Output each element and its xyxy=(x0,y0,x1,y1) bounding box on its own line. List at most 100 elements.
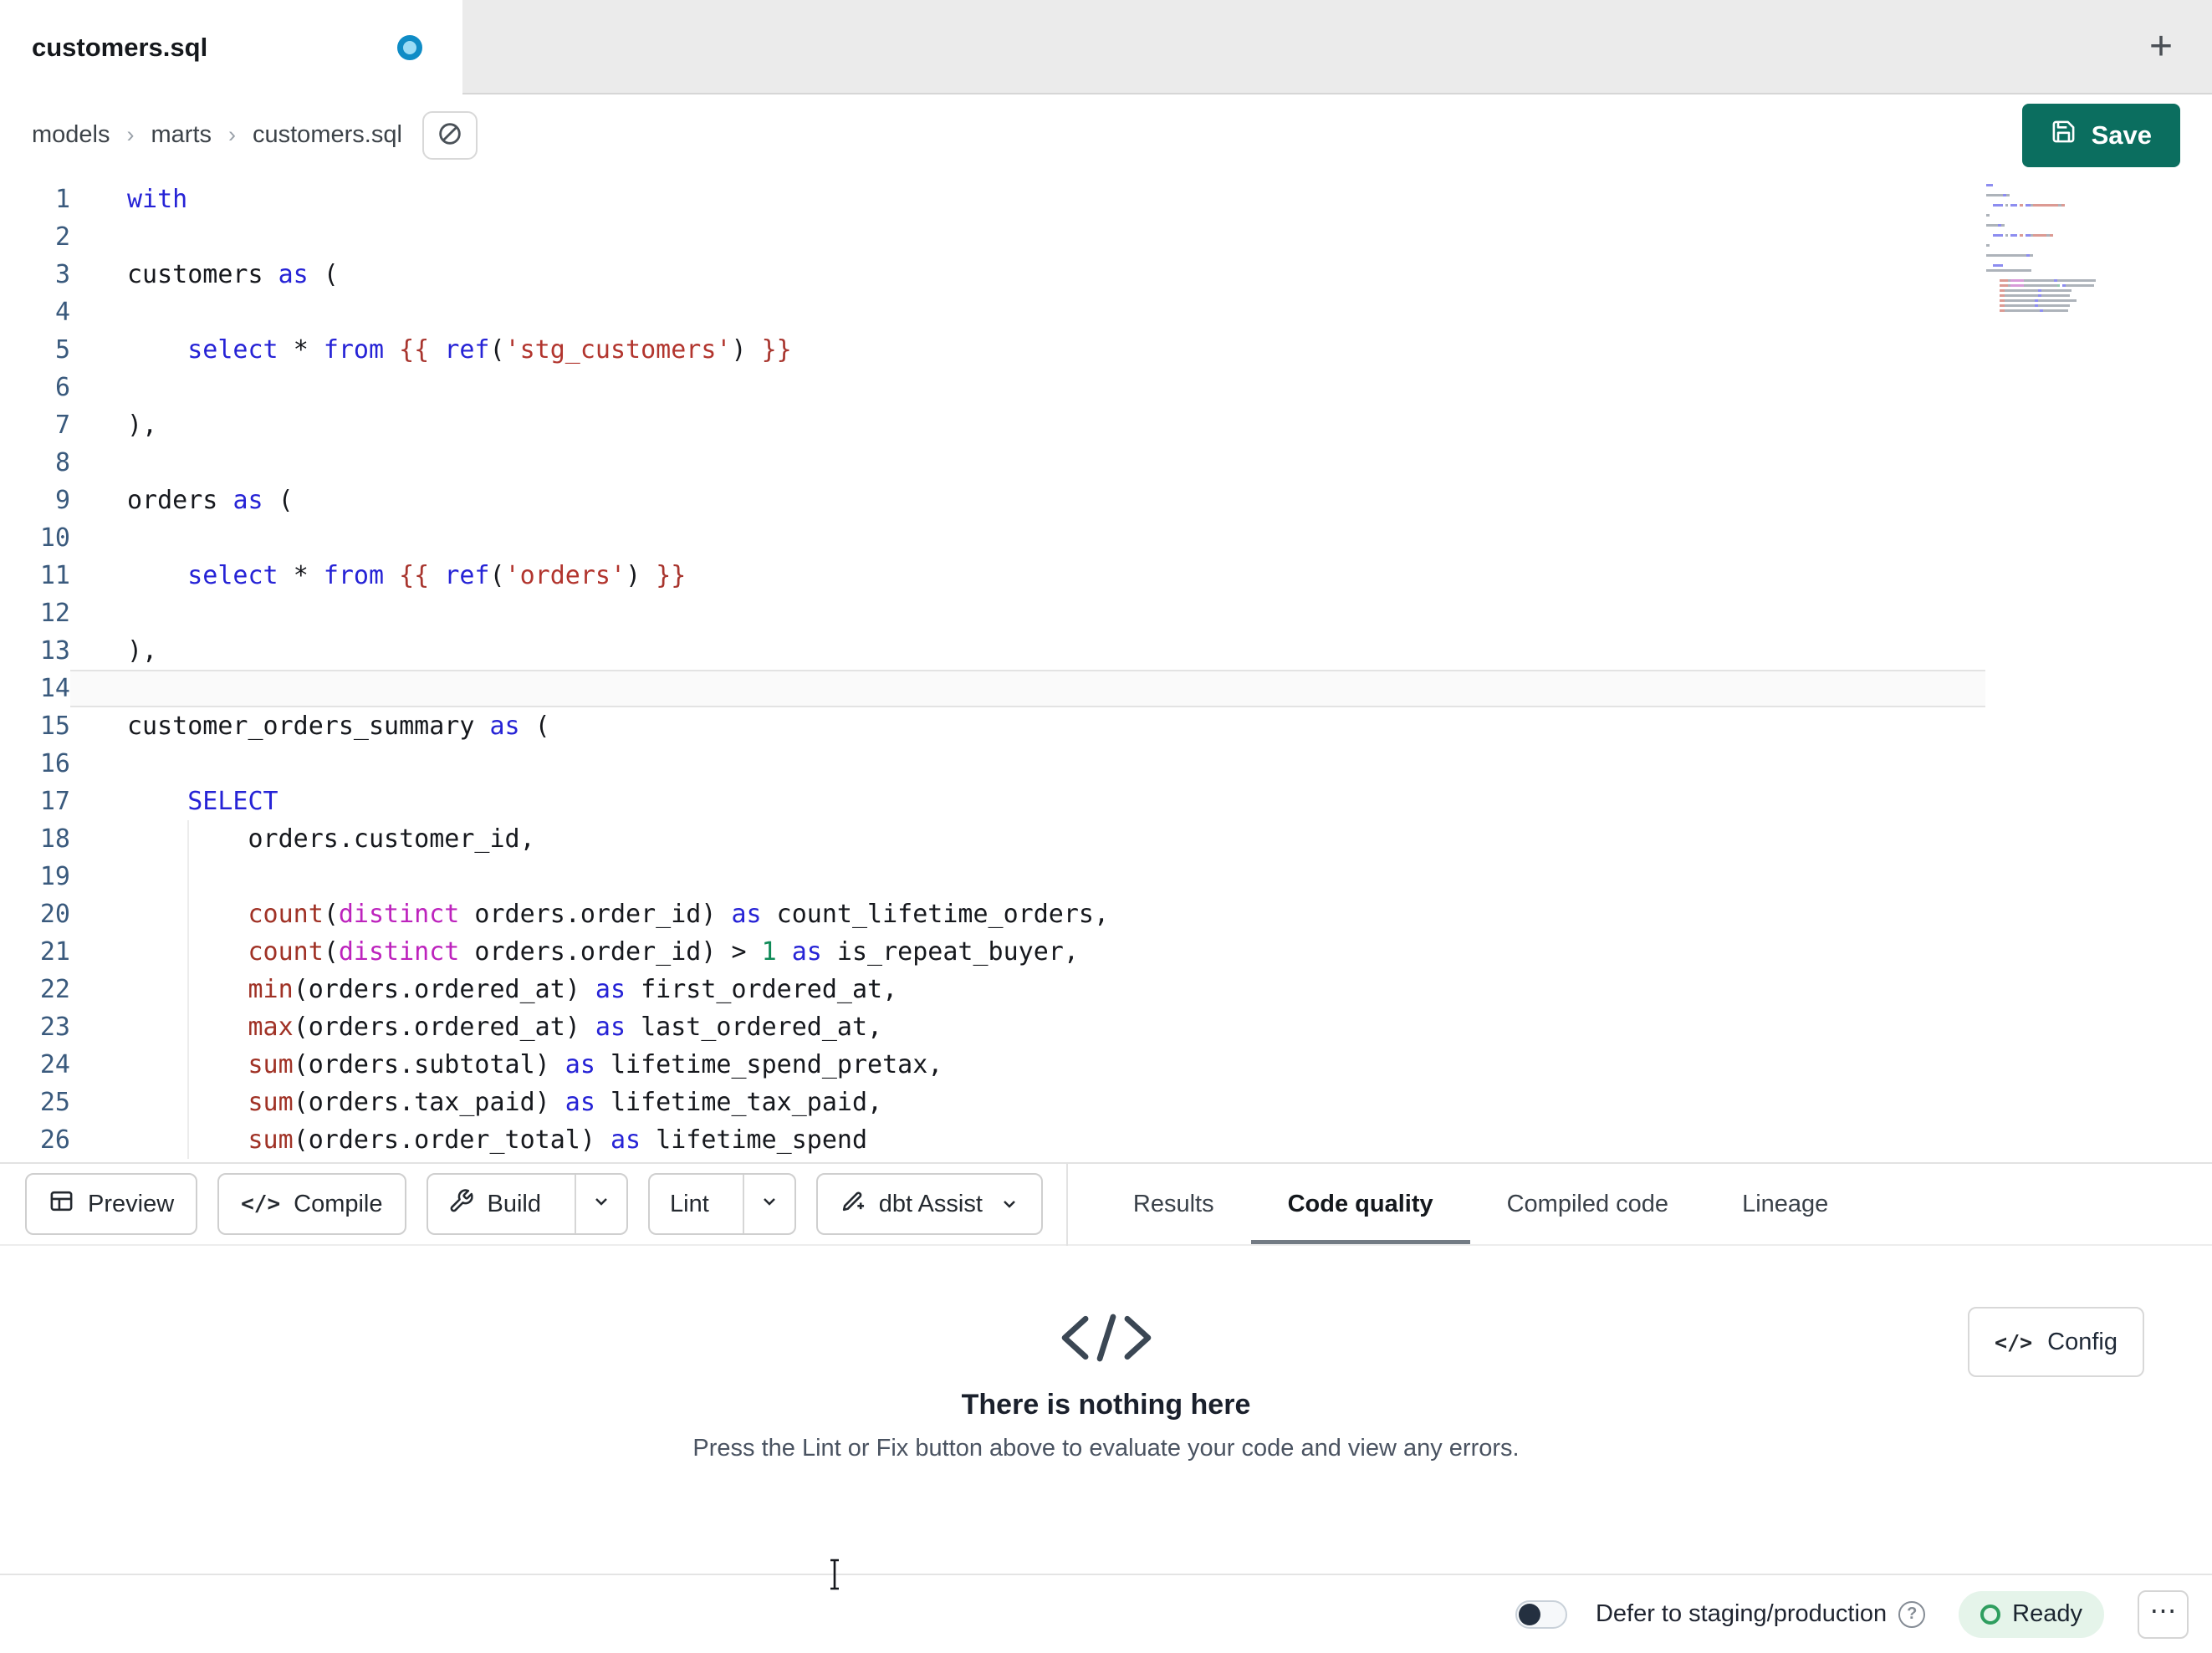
panel-tab-code-quality[interactable]: Code quality xyxy=(1251,1164,1470,1244)
config-button[interactable]: </> Config xyxy=(1968,1307,2144,1377)
code-line[interactable]: 13), xyxy=(0,632,2212,670)
lint-dropdown-button[interactable] xyxy=(742,1175,794,1233)
model-icon-button[interactable] xyxy=(421,110,478,160)
lint-button[interactable]: Lint xyxy=(650,1175,729,1233)
preview-button[interactable]: Preview xyxy=(25,1173,198,1235)
minimap-line xyxy=(1986,224,2128,227)
code-brackets-icon xyxy=(1057,1313,1156,1367)
help-icon[interactable]: ? xyxy=(1898,1600,1926,1628)
panel-tab-compiled-code[interactable]: Compiled code xyxy=(1470,1164,1705,1244)
code-text: orders as ( xyxy=(127,486,294,515)
breadcrumb-item-customers-sql[interactable]: customers.sql xyxy=(253,121,402,149)
line-number: 26 xyxy=(39,1125,70,1155)
new-tab-button[interactable]: + xyxy=(2135,21,2187,73)
code-line[interactable]: 26 sum(orders.order_total) as lifetime_s… xyxy=(0,1121,2212,1159)
code-line[interactable]: 22 min(orders.ordered_at) as first_order… xyxy=(0,971,2212,1008)
code-line[interactable]: 3 customers as ( xyxy=(0,256,2212,293)
code-line[interactable]: 21 count(distinct orders.order_id) > 1 a… xyxy=(0,933,2212,971)
minimap-line xyxy=(1986,294,2128,297)
line-number: 23 xyxy=(39,1013,70,1042)
code-text: max(orders.ordered_at) as last_ordered_a… xyxy=(70,1008,1985,1046)
code-text: sum(orders.order_total) as lifetime_spen… xyxy=(70,1121,1985,1159)
breadcrumb-item-models[interactable]: models xyxy=(32,121,110,149)
save-button[interactable]: Save xyxy=(2021,103,2180,167)
toolbar-divider xyxy=(1065,1162,1068,1246)
dbt-assist-button[interactable]: dbt Assist xyxy=(815,1173,1043,1235)
minimap-line xyxy=(1986,184,2128,186)
code-text: count(distinct orders.order_id) as count… xyxy=(70,895,1985,933)
ready-status-badge[interactable]: Ready xyxy=(1959,1590,2104,1638)
line-number: 4 xyxy=(54,298,70,327)
code-line[interactable]: 20 count(distinct orders.order_id) as co… xyxy=(0,895,2212,933)
line-number: 16 xyxy=(39,749,70,778)
code-line[interactable]: 24 sum(orders.subtotal) as lifetime_spen… xyxy=(0,1046,2212,1084)
minimap-line xyxy=(1986,219,2128,222)
code-line[interactable]: 8 xyxy=(0,444,2212,482)
line-number: 1 xyxy=(54,185,70,214)
line-number: 17 xyxy=(39,787,70,816)
code-line[interactable]: 2 xyxy=(0,218,2212,256)
code-line[interactable]: 17 SELECT xyxy=(0,783,2212,820)
editor-toolbar: Preview </> Compile Build Lint dbt Assis… xyxy=(0,1162,2212,1246)
chevron-down-icon xyxy=(759,1191,779,1218)
code-line[interactable]: 16 xyxy=(0,745,2212,783)
breadcrumb-separator: › xyxy=(228,122,236,147)
line-number: 21 xyxy=(39,937,70,967)
breadcrumb-item-marts[interactable]: marts xyxy=(151,121,212,149)
code-line[interactable]: 23 max(orders.ordered_at) as last_ordere… xyxy=(0,1008,2212,1046)
code-text: orders.customer_id, xyxy=(70,820,1985,858)
minimap[interactable] xyxy=(1986,184,2128,314)
code-text: ), xyxy=(127,411,158,440)
code-line[interactable]: 14 xyxy=(0,670,2212,707)
config-button-label: Config xyxy=(2047,1328,2117,1355)
line-number: 2 xyxy=(54,222,70,252)
panel-tab-results[interactable]: Results xyxy=(1096,1164,1251,1244)
code-line[interactable]: 19 xyxy=(0,858,2212,895)
code-line[interactable]: 9 orders as ( xyxy=(0,482,2212,519)
code-line[interactable]: 6 xyxy=(0,369,2212,406)
build-dropdown-button[interactable] xyxy=(575,1175,626,1233)
code-text: customer_orders_summary as ( xyxy=(127,712,550,741)
empty-state-title: There is nothing here xyxy=(961,1389,1251,1421)
status-bar: Defer to staging/production ? Ready ⋯ xyxy=(0,1574,2212,1653)
minimap-line xyxy=(1986,254,2128,257)
code-line[interactable]: 11 select * from {{ ref('orders') }} xyxy=(0,557,2212,594)
lint-button-label: Lint xyxy=(670,1190,709,1217)
code-line[interactable]: 7), xyxy=(0,406,2212,444)
line-number: 12 xyxy=(39,599,70,628)
more-options-button[interactable]: ⋯ xyxy=(2138,1589,2189,1639)
chevron-down-icon xyxy=(591,1191,611,1218)
code-line[interactable]: 18 orders.customer_id, xyxy=(0,820,2212,858)
ready-circle-icon xyxy=(1980,1604,2001,1625)
code-line[interactable]: 12 xyxy=(0,594,2212,632)
minimap-line xyxy=(1986,204,2128,207)
line-number: 19 xyxy=(39,862,70,891)
code-line[interactable]: 10 xyxy=(0,519,2212,557)
compile-button[interactable]: </> Compile xyxy=(217,1173,406,1235)
line-number: 10 xyxy=(39,523,70,553)
code-line[interactable]: 25 sum(orders.tax_paid) as lifetime_tax_… xyxy=(0,1084,2212,1121)
code-line[interactable]: 15 customer_orders_summary as ( xyxy=(0,707,2212,745)
tab-bar: customers.sql + xyxy=(0,0,2212,94)
minimap-line xyxy=(1986,214,2128,217)
code-line[interactable]: 5 select * from {{ ref('stg_customers') … xyxy=(0,331,2212,369)
file-tab-customers-sql[interactable]: customers.sql xyxy=(0,0,462,94)
minimap-line xyxy=(1986,229,2128,232)
code-line[interactable]: 4 xyxy=(0,293,2212,331)
build-button[interactable]: Build xyxy=(428,1175,562,1233)
empty-state: There is nothing here Press the Lint or … xyxy=(0,1313,2212,1462)
panel-tab-lineage[interactable]: Lineage xyxy=(1705,1164,1865,1244)
code-lines: 1 with 2 3 customers as (4 5 select * from {{… xyxy=(0,181,2212,1159)
code-editor[interactable]: 1 with 2 3 customers as (4 5 select * from {{… xyxy=(0,176,2212,1162)
line-number: 6 xyxy=(54,373,70,402)
table-icon xyxy=(49,1188,74,1221)
toolbar-buttons: Preview </> Compile Build Lint dbt Assis… xyxy=(25,1164,1043,1244)
minimap-line xyxy=(1986,289,2128,292)
code-text xyxy=(70,858,1985,895)
code-text: customers as ( xyxy=(127,260,339,289)
defer-toggle[interactable] xyxy=(1515,1599,1567,1629)
preview-button-label: Preview xyxy=(88,1190,175,1217)
code-line[interactable]: 1 with xyxy=(0,181,2212,218)
